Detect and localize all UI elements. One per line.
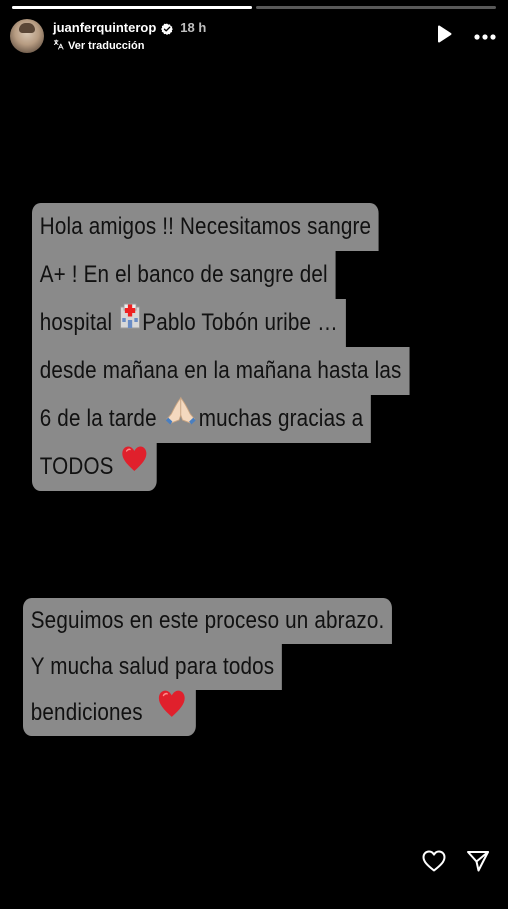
story-viewer: juanferquinterop 18 h Ver traducción Hol…: [0, 0, 508, 909]
progress-segment-viewed: [12, 6, 252, 9]
story-meta: juanferquinterop 18 h Ver traducción: [53, 19, 206, 54]
more-options-button[interactable]: [474, 27, 496, 45]
story-progress: [12, 6, 496, 9]
text-line: Hola amigos !! Necesitamos sangre: [32, 203, 379, 251]
avatar[interactable]: [10, 19, 44, 53]
post-time: 18 h: [180, 20, 207, 35]
text-line-content: Seguimos en este proceso un abrazo.: [30, 607, 385, 634]
text-line: Y mucha salud para todos: [23, 644, 283, 690]
like-button[interactable]: [422, 850, 446, 877]
text-line-content: hospital: [39, 309, 113, 336]
text-line-content: 6 de la tarde: [39, 405, 157, 432]
text-line-content: Y mucha salud para todos: [30, 653, 275, 680]
play-button[interactable]: [436, 25, 452, 48]
username[interactable]: juanferquinterop: [53, 20, 156, 35]
text-line: desde mañana en la mañana hasta las: [32, 347, 410, 395]
text-line: Seguimos en este proceso un abrazo.: [23, 598, 393, 644]
red-heart-emoji-icon: [157, 689, 186, 735]
verified-badge-icon: [161, 22, 174, 35]
text-line-content: bendiciones: [30, 699, 143, 726]
text-line: bendiciones: [23, 689, 197, 736]
translate-link[interactable]: Ver traducción: [53, 38, 206, 54]
send-icon: [466, 850, 490, 877]
text-sticker-2: Seguimos en este proceso un abrazo. Y mu…: [23, 598, 452, 736]
story-header: juanferquinterop 18 h Ver traducción: [10, 16, 496, 56]
story-footer-actions: [422, 850, 490, 877]
text-line-content: A+ ! En el banco de sangre del: [39, 261, 328, 288]
progress-segment-current: [256, 6, 496, 9]
text-line-content: Hola amigos !! Necesitamos sangre: [39, 213, 372, 240]
share-button[interactable]: [466, 850, 490, 877]
text-line-content: muchas gracias a: [198, 405, 364, 432]
more-options-icon: [474, 27, 496, 45]
text-line-content: Pablo Tobón uribe …: [142, 309, 338, 336]
header-actions: [436, 25, 496, 48]
text-line: A+ ! En el banco de sangre del: [32, 251, 336, 299]
text-line-content: desde mañana en la mañana hasta las: [39, 357, 402, 384]
text-line: 6 de la tarde muchas gracias a: [32, 394, 372, 443]
translate-icon: [53, 37, 64, 55]
play-icon: [436, 25, 452, 48]
text-sticker-1: Hola amigos !! Necesitamos sangre A+ ! E…: [32, 203, 471, 491]
text-line-content: TODOS: [39, 453, 114, 480]
text-line: hospital Pablo Tobón uribe …: [32, 299, 346, 347]
hospital-emoji-icon: [120, 298, 141, 346]
praying-hands-emoji-icon: [164, 394, 197, 442]
heart-outline-icon: [422, 850, 446, 877]
translate-label: Ver traducción: [68, 39, 145, 52]
text-line: TODOS: [32, 443, 157, 491]
red-heart-emoji-icon: [121, 442, 147, 490]
